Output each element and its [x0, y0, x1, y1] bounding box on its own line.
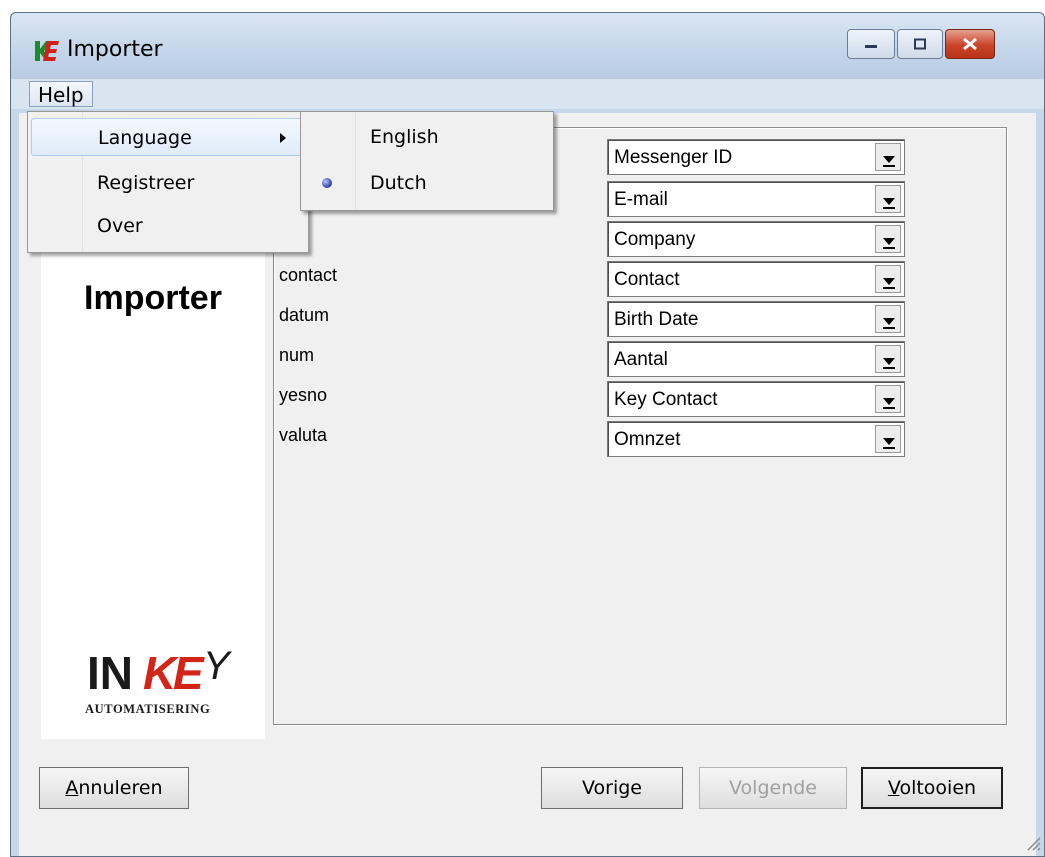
mapping-combo[interactable]: Contact: [607, 261, 905, 297]
next-button-label: Volgende: [729, 777, 817, 799]
minimize-button[interactable]: [847, 29, 895, 59]
menu-help-label: Help: [38, 83, 84, 107]
radio-selected-icon: [322, 178, 332, 188]
menu-item-dutch[interactable]: Dutch: [304, 164, 550, 202]
help-menu: Language Registreer Over: [27, 111, 309, 253]
previous-button-label: Vorige: [582, 777, 642, 799]
minimize-icon: [865, 45, 877, 48]
chevron-down-icon: [883, 198, 895, 205]
dropdown-button[interactable]: [875, 385, 901, 413]
svg-text:AUTOMATISERING: AUTOMATISERING: [85, 702, 210, 716]
dropdown-button[interactable]: [875, 305, 901, 333]
combo-value: Contact: [614, 269, 680, 290]
menu-item-over[interactable]: Over: [31, 207, 305, 245]
maximize-button[interactable]: [897, 29, 943, 59]
inkey-logo: IN K E Y AUTOMATISERING: [85, 644, 233, 716]
dropdown-button[interactable]: [875, 225, 901, 253]
title-bar[interactable]: Importer: [11, 13, 1044, 79]
menu-item-language[interactable]: Language: [31, 118, 305, 156]
menu-help[interactable]: Help: [29, 81, 93, 107]
mapping-combo[interactable]: E-mail: [607, 181, 905, 217]
window-title: Importer: [67, 37, 163, 62]
field-label: contact: [279, 265, 338, 285]
menu-item-label: Over: [97, 215, 143, 237]
svg-text:E: E: [173, 647, 205, 699]
cancel-button-label: Annuleren: [65, 777, 163, 799]
chevron-down-icon: [883, 438, 895, 445]
combo-value: Company: [614, 229, 696, 250]
next-button: Volgende: [699, 767, 847, 809]
chevron-down-icon: [883, 398, 895, 405]
dropdown-button[interactable]: [875, 265, 901, 293]
mapping-combo[interactable]: Aantal: [607, 341, 905, 377]
combo-value: Aantal: [614, 349, 668, 370]
cancel-button[interactable]: Annuleren: [39, 767, 189, 809]
svg-text:Y: Y: [203, 644, 233, 688]
menu-bar: Help: [11, 79, 1044, 109]
combo-value: Key Contact: [614, 389, 718, 410]
panel-heading: Importer: [84, 279, 222, 317]
language-submenu: English Dutch: [300, 111, 554, 211]
dropdown-button[interactable]: [875, 345, 901, 373]
previous-button[interactable]: Vorige: [541, 767, 683, 809]
mapping-combo[interactable]: Messenger ID: [607, 139, 905, 175]
finish-button-label: Voltooien: [887, 777, 977, 799]
mapping-combo[interactable]: Company: [607, 221, 905, 257]
mapping-combo[interactable]: Omnzet: [607, 421, 905, 457]
chevron-down-icon: [883, 238, 895, 245]
dropdown-button[interactable]: [875, 143, 901, 171]
menu-item-registreer[interactable]: Registreer: [31, 164, 305, 202]
menu-item-label: English: [370, 126, 439, 148]
combo-value: Omnzet: [614, 429, 681, 450]
field-label: valuta: [279, 425, 328, 445]
dropdown-button[interactable]: [875, 185, 901, 213]
mapping-combo[interactable]: Key Contact: [607, 381, 905, 417]
combo-value: E-mail: [614, 189, 668, 210]
submenu-arrow-icon: [280, 133, 286, 143]
mapping-combo[interactable]: Birth Date: [607, 301, 905, 337]
dropdown-button[interactable]: [875, 425, 901, 453]
combo-value: Messenger ID: [614, 147, 733, 168]
field-label: num: [279, 345, 315, 365]
chevron-down-icon: [883, 278, 895, 285]
menu-item-label: Language: [98, 127, 192, 149]
chevron-down-icon: [883, 358, 895, 365]
maximize-icon: [914, 38, 926, 50]
chevron-down-icon: [883, 156, 895, 163]
svg-text:IN: IN: [87, 647, 133, 699]
menu-item-label: Registreer: [97, 172, 195, 194]
menu-item-english[interactable]: English: [304, 118, 550, 156]
field-label: yesno: [279, 385, 328, 405]
ke-app-icon: [35, 41, 59, 61]
close-icon: [963, 37, 977, 51]
resize-grip-icon[interactable]: [1022, 832, 1042, 852]
chevron-down-icon: [883, 318, 895, 325]
field-label: datum: [279, 305, 330, 325]
combo-value: Birth Date: [614, 309, 699, 330]
close-button[interactable]: [945, 29, 995, 59]
finish-button[interactable]: Voltooien: [861, 767, 1003, 809]
menu-item-label: Dutch: [370, 172, 427, 194]
